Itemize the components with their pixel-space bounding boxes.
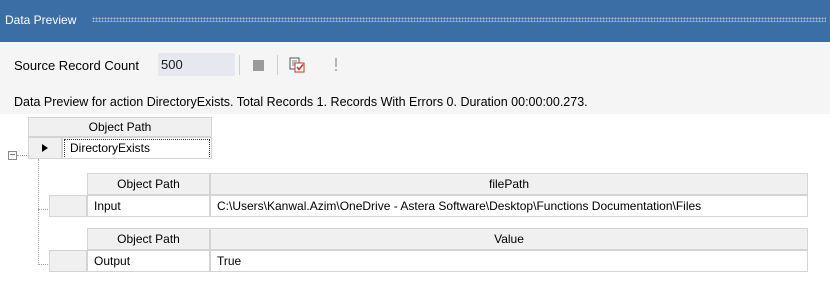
preview-check-icon [289, 57, 305, 73]
preview-grid: Object Path − DirectoryExists Object Pat… [0, 114, 830, 299]
input-header-filepath[interactable]: filePath [210, 173, 808, 195]
panel-titlebar: Data Preview [0, 0, 830, 42]
toolbar-separator [277, 55, 278, 75]
output-object-path-cell[interactable]: Output [87, 250, 210, 272]
input-filepath-cell[interactable]: C:\Users\Kanwal.Azim\OneDrive - Astera S… [210, 195, 808, 217]
input-object-path-cell[interactable]: Input [87, 195, 210, 217]
input-header-object-path[interactable]: Object Path [87, 173, 210, 195]
source-record-count-label: Source Record Count [14, 58, 140, 73]
tree-connector [38, 264, 48, 265]
tree-connector [38, 159, 39, 265]
toolbar: Source Record Count [0, 42, 830, 89]
input-row-selector[interactable] [49, 195, 87, 217]
validate-button[interactable] [326, 55, 346, 75]
panel-title: Data Preview [5, 13, 77, 27]
output-header-value[interactable]: Value [210, 228, 808, 250]
output-value-cell[interactable]: True [210, 250, 808, 272]
preview-button[interactable] [287, 55, 307, 75]
collapse-icon[interactable]: − [8, 151, 17, 161]
output-row-selector[interactable] [49, 250, 87, 272]
status-bar: Data Preview for action DirectoryExists.… [0, 88, 830, 114]
row-selector[interactable] [28, 137, 62, 159]
object-path-value: DirectoryExists [64, 139, 210, 158]
row-object-path-cell[interactable]: DirectoryExists [62, 137, 212, 159]
tree-connector [38, 209, 48, 210]
stop-icon [252, 59, 264, 71]
toolbar-separator [239, 55, 240, 75]
output-header-object-path[interactable]: Object Path [87, 228, 210, 250]
column-header-object-path[interactable]: Object Path [28, 117, 212, 137]
stop-button[interactable] [248, 55, 268, 75]
status-text: Data Preview for action DirectoryExists.… [14, 95, 588, 109]
current-row-arrow-icon [42, 144, 48, 152]
source-record-count-input[interactable] [158, 53, 235, 76]
tree-connector [17, 155, 27, 156]
exclamation-icon [335, 58, 337, 71]
titlebar-grip[interactable] [92, 17, 826, 22]
